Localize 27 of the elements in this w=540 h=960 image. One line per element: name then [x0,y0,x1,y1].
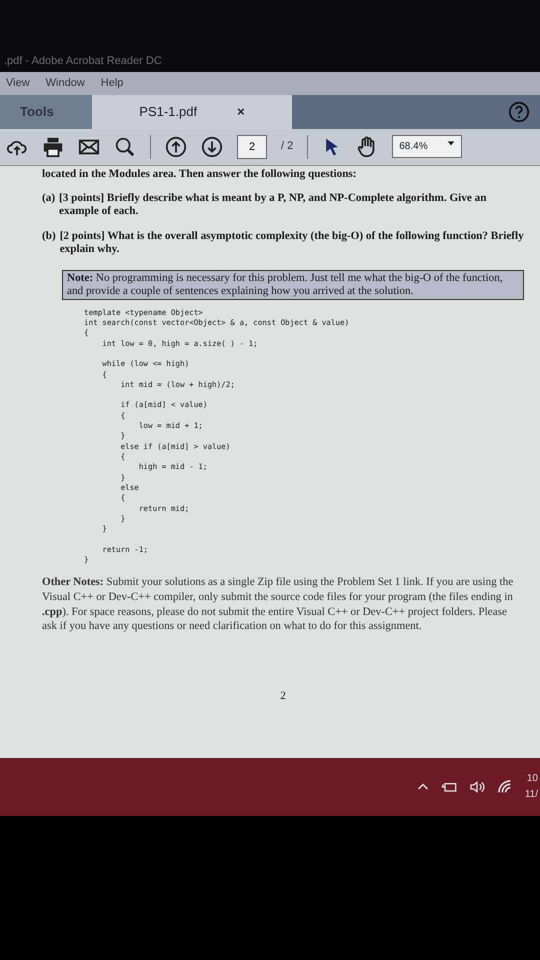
note-box: Note: No programming is necessary for this problem. Just tell me what the big-O of the function, and provide a couple of sentences explaining how you arrived at the solution. [62,270,524,300]
tab[interactable]: PS1-1.pdf × [92,94,292,128]
close-icon[interactable]: × [237,102,245,122]
page-total: / 2 [281,139,294,154]
paragraph: Other Notes: Submit your solutions as a single Zip file using the Problem Set 1 link. If you are using the Visual C++ or Dev-C++ compiler, only submit the source code files for your program (the files ending in .cpp). For space reasons, please do not submit the entire Visual C++ or Dev-C++ project folders. Please ask if you have any questions or need clarification on what to do for this assignment. [42,575,514,634]
print-icon[interactable] [42,136,64,158]
question-label: (a) [42,192,56,206]
caret-icon [447,139,456,147]
page-number-field[interactable]: 2 [237,134,267,158]
zoom-dropdown[interactable]: 68.4% [392,135,462,158]
clock-time[interactable]: 10 [524,770,538,786]
speaker-icon[interactable] [468,778,485,794]
wifi-icon[interactable] [496,778,513,794]
caret-up-icon[interactable] [416,780,429,792]
menu-item[interactable]: View [6,75,30,92]
window-title: .pdf - Adobe Acrobat Reader DC [4,55,162,67]
clock-date[interactable]: 11/ [524,786,538,802]
question-text: [2 points] What is the overall asymptotic complexity (the big-O) of the following function? Briefly explain why. [60,230,524,256]
help-icon[interactable] [508,100,530,122]
menu-item[interactable]: Help [100,75,124,92]
question-label: (b) [42,230,56,244]
menu-item[interactable]: Window [46,75,85,92]
page-number: 2 [279,690,287,703]
zoom-value: 68.4% [399,140,428,154]
search-icon[interactable] [114,136,136,158]
question-text: [3 points] Briefly describe what is meant by a P, NP, and NP-Complete algorithm. Give an example of each. [59,192,488,218]
paragraph: located in the Modules area. Then answer the following questions: [42,168,358,180]
